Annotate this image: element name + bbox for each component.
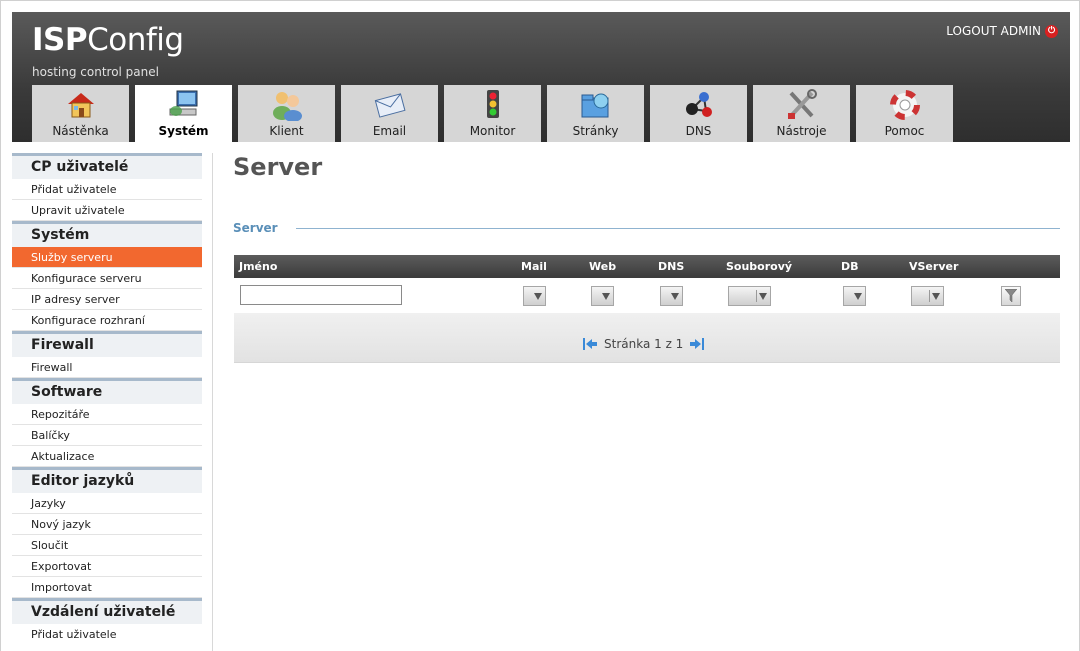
sidebar-item-updates[interactable]: Aktualizace — [12, 446, 202, 467]
sidebar-section-remote-users: Vzdálení uživatelé — [12, 598, 202, 624]
sidebar-section-language-editor: Editor jazyků — [12, 467, 202, 493]
tab-label: Systém — [158, 124, 209, 138]
sidebar-item-new-language[interactable]: Nový jazyk — [12, 514, 202, 535]
chevron-down-icon — [854, 293, 862, 300]
sidebar-item-firewall[interactable]: Firewall — [12, 357, 202, 378]
tab-dns[interactable]: DNS — [650, 85, 747, 142]
power-icon: ⏻ — [1045, 24, 1058, 38]
sidebar-item-ip-addresses[interactable]: IP adresy server — [12, 289, 202, 310]
tab-pomoc[interactable]: Pomoc — [856, 85, 953, 142]
tab-nastenka[interactable]: Nástěnka — [32, 85, 129, 142]
page-indicator: Stránka 1 z 1 — [604, 337, 684, 351]
sidebar: CP uživatelé Přidat uživatele Upravit už… — [12, 153, 202, 645]
sidebar-section-system: Systém — [12, 221, 202, 247]
tab-stranky[interactable]: Stránky — [547, 85, 644, 142]
tab-label: Nástroje — [776, 124, 827, 138]
sidebar-section-firewall: Firewall — [12, 331, 202, 357]
db-filter-select[interactable] — [843, 286, 866, 306]
tab-monitor[interactable]: Monitor — [444, 85, 541, 142]
sidebar-divider — [212, 153, 213, 651]
web-folder-icon — [581, 93, 608, 118]
server-table: Jméno Mail Web DNS Souborový DB VServer — [234, 255, 1060, 363]
tab-label: Nástěnka — [52, 124, 109, 138]
sidebar-item-export[interactable]: Exportovat — [12, 556, 202, 577]
tab-klient[interactable]: Klient — [238, 85, 335, 142]
column-header-mail[interactable]: Mail — [521, 260, 547, 273]
column-header-name[interactable]: Jméno — [239, 260, 277, 273]
chevron-down-icon — [759, 293, 767, 300]
section-title: Server — [233, 221, 278, 235]
column-header-file[interactable]: Souborový — [726, 260, 792, 273]
sidebar-item-repositories[interactable]: Repozitáře — [12, 404, 202, 425]
tab-label: Klient — [269, 124, 304, 138]
tools-icon — [787, 89, 817, 119]
filter-row — [234, 278, 1060, 313]
pagination-bar: Stránka 1 z 1 — [234, 313, 1060, 363]
web-filter-select[interactable] — [591, 286, 614, 306]
column-header-dns[interactable]: DNS — [658, 260, 684, 273]
filter-button[interactable] — [1001, 286, 1021, 306]
tab-label: DNS — [685, 124, 712, 138]
lifebuoy-icon — [889, 90, 920, 120]
tab-nastroje[interactable]: Nástroje — [753, 85, 850, 142]
tab-label: Stránky — [572, 124, 619, 138]
first-page-icon[interactable] — [582, 337, 598, 351]
mail-filter-select[interactable] — [523, 286, 546, 306]
chevron-down-icon — [602, 293, 610, 300]
header: ISPConfig hosting control panel LOGOUT A… — [12, 12, 1070, 142]
last-page-icon[interactable] — [689, 337, 705, 351]
dns-filter-select[interactable] — [660, 286, 683, 306]
tab-system[interactable]: Systém — [135, 85, 232, 142]
tab-label: Email — [372, 124, 407, 138]
sidebar-item-server-config[interactable]: Konfigurace serveru — [12, 268, 202, 289]
sidebar-section-cp-users: CP uživatelé — [12, 153, 202, 179]
tab-email[interactable]: Email — [341, 85, 438, 142]
column-header-db[interactable]: DB — [841, 260, 859, 273]
name-filter-input[interactable] — [240, 285, 402, 305]
sidebar-item-server-services[interactable]: Služby serveru — [12, 247, 202, 268]
chevron-down-icon — [534, 293, 542, 300]
sidebar-item-interface-config[interactable]: Konfigurace rozhraní — [12, 310, 202, 331]
main-tabs: Nástěnka Systém Klient Email Monitor Str… — [32, 85, 953, 142]
traffic-light-icon — [486, 90, 499, 118]
logout-label: LOGOUT ADMIN — [946, 24, 1041, 38]
sidebar-item-edit-user[interactable]: Upravit uživatele — [12, 200, 202, 221]
house-icon — [67, 93, 94, 118]
column-header-web[interactable]: Web — [589, 260, 616, 273]
network-molecule-icon — [685, 92, 712, 117]
table-header: Jméno Mail Web DNS Souborový DB VServer — [234, 255, 1060, 278]
sidebar-section-software: Software — [12, 378, 202, 404]
tagline: hosting control panel — [32, 65, 159, 79]
sidebar-item-packages[interactable]: Balíčky — [12, 425, 202, 446]
vserver-filter-select[interactable] — [911, 286, 944, 306]
page-title: Server — [233, 153, 323, 181]
chevron-down-icon — [932, 293, 940, 300]
logout-button[interactable]: LOGOUT ADMIN ⏻ — [946, 24, 1058, 38]
users-icon — [272, 92, 302, 121]
sidebar-item-merge[interactable]: Sloučit — [12, 535, 202, 556]
chevron-down-icon — [671, 293, 679, 300]
computer-icon — [169, 90, 197, 116]
section-divider — [296, 228, 1060, 229]
sidebar-item-languages[interactable]: Jazyky — [12, 493, 202, 514]
envelope-icon — [374, 93, 405, 118]
funnel-icon — [1005, 289, 1017, 303]
pagination: Stránka 1 z 1 — [582, 337, 705, 351]
sidebar-item-add-remote-user[interactable]: Přidat uživatele — [12, 624, 202, 645]
column-header-vserver[interactable]: VServer — [909, 260, 958, 273]
tab-label: Pomoc — [884, 124, 925, 138]
file-filter-select[interactable] — [728, 286, 771, 306]
logo: ISPConfig — [32, 22, 184, 58]
sidebar-item-import[interactable]: Importovat — [12, 577, 202, 598]
sidebar-item-add-user[interactable]: Přidat uživatele — [12, 179, 202, 200]
tab-label: Monitor — [469, 124, 516, 138]
app-frame: ISPConfig hosting control panel LOGOUT A… — [0, 0, 1080, 651]
